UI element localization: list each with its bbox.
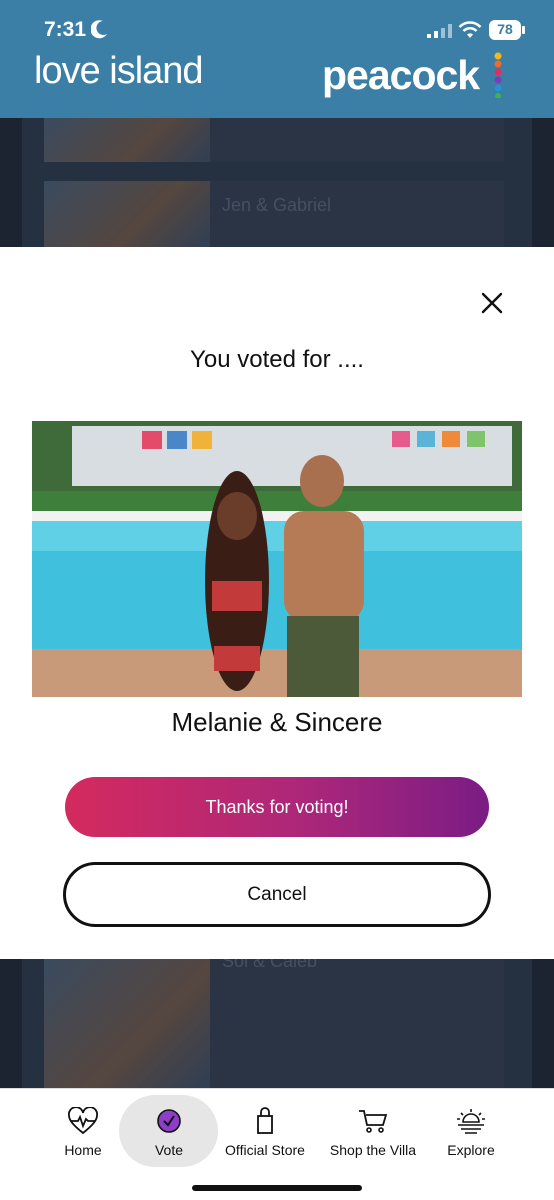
sunset-icon bbox=[457, 1109, 485, 1134]
love-island-logo: love island bbox=[34, 50, 204, 92]
thanks-for-voting-button[interactable]: Thanks for voting! bbox=[65, 777, 489, 837]
modal-title: You voted for .... bbox=[190, 346, 364, 373]
nav-vote[interactable]: Vote bbox=[129, 1089, 209, 1169]
vote-check-icon bbox=[157, 1109, 181, 1133]
status-time: 7:31 bbox=[44, 18, 87, 41]
shopping-bag-icon bbox=[257, 1107, 273, 1134]
close-icon[interactable] bbox=[478, 289, 506, 317]
list-item[interactable]: Jen & Gabriel bbox=[44, 181, 504, 247]
voted-couple-name: Melanie & Sincere bbox=[171, 707, 383, 737]
cancel-button[interactable]: Cancel bbox=[63, 862, 491, 927]
couple-thumbnail bbox=[44, 118, 210, 162]
bottom-nav: Home Vote Official Store Shop the Villa … bbox=[0, 1088, 554, 1200]
nav-vote-label: Vote bbox=[154, 1142, 184, 1158]
signal-icon bbox=[427, 24, 452, 38]
nav-official-store[interactable]: Official Store bbox=[221, 1089, 309, 1169]
couple-photo bbox=[32, 421, 522, 697]
app-header: 7:31 78 love island peacock bbox=[0, 0, 554, 118]
nav-explore-label: Explore bbox=[447, 1142, 495, 1158]
nav-official-store-label: Official Store bbox=[225, 1142, 305, 1158]
moon-icon bbox=[91, 20, 107, 39]
nav-shop-the-villa[interactable]: Shop the Villa bbox=[328, 1089, 418, 1169]
home-indicator bbox=[192, 1185, 362, 1191]
couple-name: Jen & Gabriel bbox=[222, 195, 332, 215]
nav-shop-the-villa-label: Shop the Villa bbox=[329, 1142, 417, 1158]
couple-thumbnail bbox=[44, 959, 210, 1088]
peacock-logo: peacock bbox=[322, 52, 480, 98]
couple-thumbnail bbox=[44, 181, 210, 247]
nav-home[interactable]: Home bbox=[44, 1089, 122, 1169]
cart-icon bbox=[359, 1110, 388, 1133]
peacock-dots-icon bbox=[494, 52, 502, 98]
nav-explore[interactable]: Explore bbox=[436, 1089, 506, 1169]
battery-level: 78 bbox=[497, 21, 513, 37]
nav-home-label: Home bbox=[64, 1142, 102, 1158]
list-item[interactable]: Sol & Caleb bbox=[44, 951, 504, 1088]
list-item[interactable] bbox=[44, 118, 504, 162]
wifi-icon bbox=[458, 21, 482, 38]
heartbeat-icon bbox=[68, 1107, 98, 1135]
